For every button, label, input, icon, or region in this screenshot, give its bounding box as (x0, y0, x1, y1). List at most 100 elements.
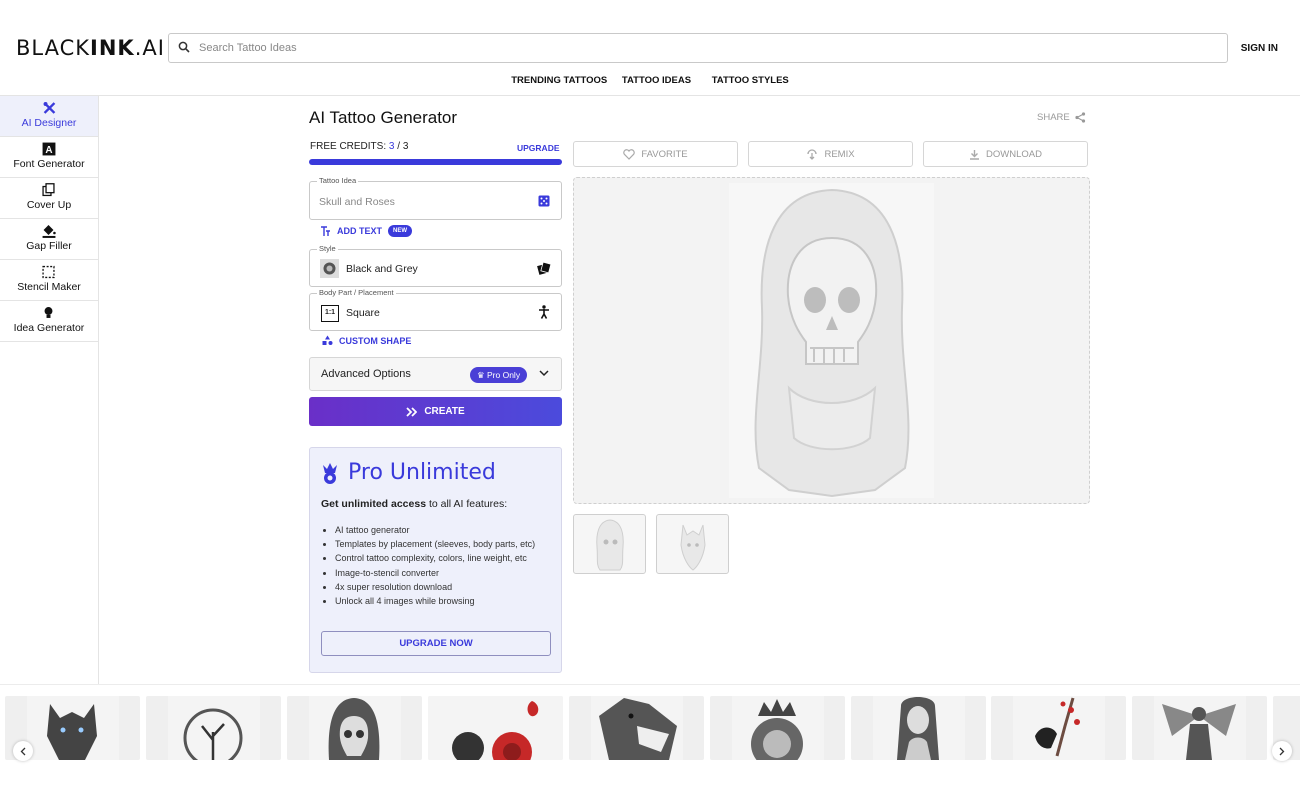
promo-feature: Image-to-stencil converter (335, 566, 555, 580)
promo-feature: AI tattoo generator (335, 523, 555, 537)
upgrade-now-button[interactable]: UPGRADE NOW (321, 631, 551, 656)
promo-desc-bold: Get unlimited access (321, 498, 427, 510)
credits-counter: FREE CREDITS: 3 / 3 (310, 141, 409, 152)
promo-description: Get unlimited access to all AI features: (321, 498, 507, 510)
hooded-skull-image (729, 183, 934, 498)
sidebar-item-idea-generator[interactable]: Idea Generator (0, 301, 98, 342)
sign-in-button[interactable]: SIGN IN (1241, 43, 1278, 54)
result-thumbnail-1[interactable] (573, 514, 646, 574)
custom-shape-button[interactable]: CUSTOM SHAPE (322, 335, 411, 346)
shapes-icon (322, 335, 333, 345)
sidebar-item-gap-filler[interactable]: Gap Filler (0, 219, 98, 260)
placement-legend: Body Part / Placement (317, 288, 396, 297)
remix-icon (807, 149, 818, 160)
pro-unlimited-card: Pro Unlimited Get unlimited access to al… (309, 447, 562, 673)
advanced-options-toggle[interactable]: Advanced Options ♛ Pro Only (309, 357, 562, 391)
sidebar-item-cover-up[interactable]: Cover Up (0, 178, 98, 219)
sidebar-item-label: Font Generator (13, 158, 85, 170)
generated-image-preview (573, 177, 1090, 504)
gallery-card-raven-branch[interactable] (991, 696, 1126, 760)
gallery-card-clock-tree[interactable] (146, 696, 281, 760)
woman-portrait-tattoo-image (873, 696, 965, 760)
upgrade-link[interactable]: UPGRADE (517, 143, 560, 153)
roaring-wolf-tattoo-image (591, 696, 683, 760)
gallery-card-hooded-skull[interactable] (287, 696, 422, 760)
credits-label: FREE CREDITS: (310, 141, 387, 152)
svg-text:A: A (45, 145, 52, 156)
sidebar-item-label: Gap Filler (26, 240, 72, 252)
sidebar-item-font-generator[interactable]: A Font Generator (0, 137, 98, 178)
style-cards-icon (537, 262, 551, 275)
dice-icon[interactable] (538, 195, 550, 207)
share-button[interactable]: SHARE (1037, 112, 1086, 123)
credits-total: 3 (402, 141, 409, 152)
favorite-label: FAVORITE (641, 148, 688, 160)
share-icon (1075, 112, 1085, 123)
credits-progress-bar (309, 159, 562, 165)
pro-only-badge: ♛ Pro Only (470, 367, 528, 383)
font-icon: A (42, 142, 56, 156)
tattoo-idea-input[interactable]: Skull and Roses (319, 196, 395, 208)
gallery-card-angel-warrior[interactable] (1132, 696, 1267, 760)
double-chevron-right-icon (406, 406, 418, 417)
sidebar-item-label: Idea Generator (13, 322, 85, 334)
main-nav: TRENDING TATTOOS TATTOO IDEAS TATTOO STY… (0, 75, 1300, 86)
tattoo-gallery-strip (0, 684, 1300, 788)
promo-feature-list: AI tattoo generator Templates by placeme… (335, 523, 555, 608)
credits-used: 3 (388, 141, 395, 152)
gallery-card-roaring-wolf[interactable] (569, 696, 704, 760)
roses-tattoo-image (428, 696, 563, 760)
gallery-next-button[interactable] (1272, 741, 1292, 761)
clock-tree-tattoo-image (168, 696, 260, 760)
download-button[interactable]: DOWNLOAD (923, 141, 1088, 167)
create-button[interactable]: CREATE (309, 397, 562, 426)
custom-shape-label: CUSTOM SHAPE (339, 335, 412, 346)
paint-bucket-icon (42, 225, 56, 238)
gallery-card-crowned-lion[interactable] (710, 696, 845, 760)
search-input[interactable] (199, 38, 1199, 58)
placement-select[interactable]: Body Part / Placement 1:1 Square (309, 288, 562, 331)
sidebar-item-label: Stencil Maker (17, 281, 81, 293)
style-select[interactable]: Style Black and Grey (309, 244, 562, 287)
promo-title: Pro Unlimited (348, 460, 496, 485)
placement-value: Square (346, 307, 380, 319)
gallery-card-woman-portrait[interactable] (851, 696, 986, 760)
favorite-button[interactable]: FAVORITE (573, 141, 738, 167)
search-icon (178, 41, 190, 53)
skull-thumbnail-image (596, 519, 624, 571)
new-badge: NEW (388, 225, 412, 237)
page-title: AI Tattoo Generator (309, 108, 458, 127)
advanced-options-label: Advanced Options (321, 368, 411, 380)
angel-warrior-tattoo-image (1154, 696, 1246, 760)
search-bar[interactable] (168, 33, 1228, 63)
tool-sidebar: AI Designer A Font Generator Cover Up Ga… (0, 96, 99, 684)
result-thumbnail-2[interactable] (656, 514, 729, 574)
logo-light-text: BLACK (16, 36, 91, 60)
remix-label: REMIX (824, 148, 855, 160)
remix-button[interactable]: REMIX (748, 141, 913, 167)
chevron-down-icon (539, 370, 549, 377)
sidebar-item-label: AI Designer (21, 117, 77, 129)
download-label: DOWNLOAD (986, 148, 1042, 160)
add-text-button[interactable]: ADD TEXT NEW (320, 225, 412, 237)
sidebar-item-stencil-maker[interactable]: Stencil Maker (0, 260, 98, 301)
pro-only-label: Pro Only (487, 370, 521, 380)
nav-tattoo-styles[interactable]: TATTOO STYLES (712, 75, 789, 86)
share-label: SHARE (1037, 112, 1070, 123)
stencil-icon (42, 265, 55, 279)
lightbulb-icon (44, 307, 53, 318)
gallery-prev-button[interactable] (13, 741, 33, 761)
crown-icon (323, 463, 337, 484)
hooded-skull-tattoo-image (309, 696, 401, 760)
logo[interactable]: BLACKINK.AI (16, 36, 165, 60)
nav-tattoo-ideas[interactable]: TATTOO IDEAS (622, 75, 691, 86)
crown-icon: ♛ (477, 370, 485, 380)
promo-feature: Templates by placement (sleeves, body pa… (335, 537, 555, 551)
sidebar-item-ai-designer[interactable]: AI Designer (0, 96, 98, 137)
style-value: Black and Grey (346, 263, 418, 275)
credits-progress-fill (309, 159, 562, 165)
nav-trending-tattoos[interactable]: TRENDING TATTOOS (511, 75, 607, 86)
tattoo-idea-field[interactable]: Tattoo Idea Skull and Roses (309, 176, 562, 220)
chevron-right-icon (1279, 747, 1285, 755)
gallery-card-roses[interactable] (428, 696, 563, 760)
